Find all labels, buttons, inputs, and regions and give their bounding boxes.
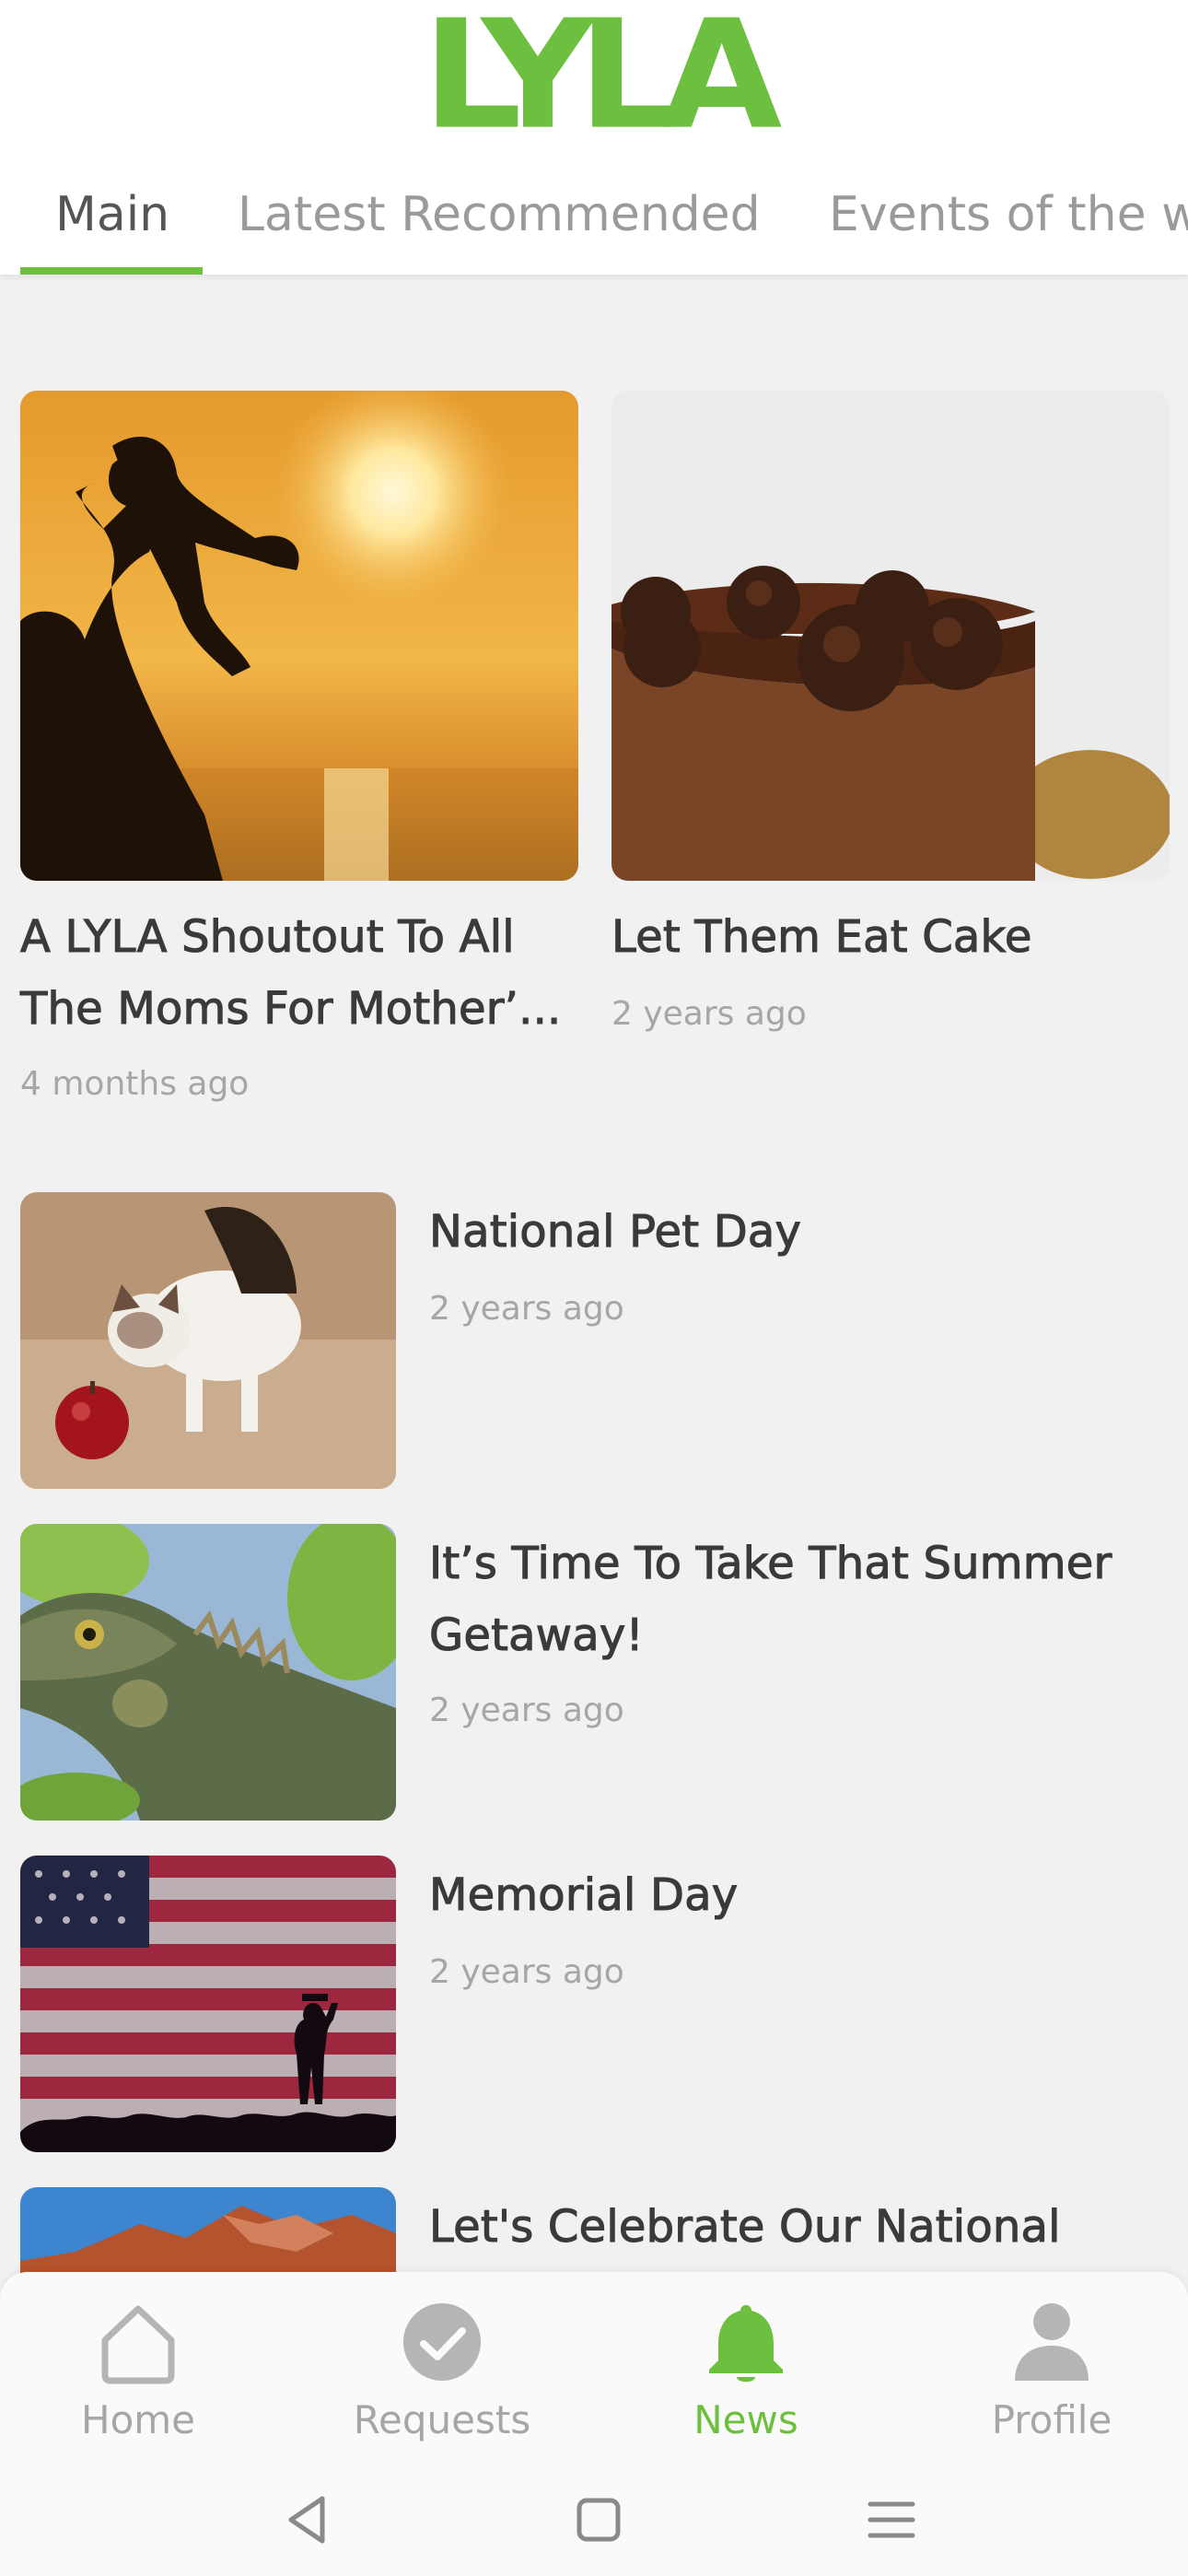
list-item-image-iguana[interactable] (20, 1524, 396, 1821)
active-tab-indicator (20, 267, 203, 275)
check-circle-icon (403, 2303, 481, 2381)
bell-icon (709, 2305, 783, 2383)
home-icon (101, 2305, 175, 2384)
nav-home[interactable]: Home (18, 2290, 258, 2475)
list-item-image-kitten[interactable] (20, 1192, 396, 1489)
nav-requests[interactable]: Requests (322, 2290, 562, 2475)
recents-square-icon[interactable] (566, 2488, 631, 2552)
list-item-date: 2 years ago (429, 1692, 624, 1729)
lyla-logo: LYLA (422, 0, 783, 164)
nav-profile[interactable]: Profile (932, 2290, 1171, 2475)
bottom-navigation: Home Requests News Profile (0, 2272, 1188, 2576)
nav-label-home: Home (80, 2397, 196, 2442)
list-item-title-national-celebrate[interactable]: Let's Celebrate Our National (428, 2191, 1175, 2263)
featured-card-image-cake[interactable] (611, 391, 1170, 881)
list-item-title-pet-day[interactable]: National Pet Day (428, 1196, 1166, 1268)
tab-events-of-the-week[interactable]: Events of the w (829, 182, 1188, 275)
featured-card-date: 4 months ago (20, 1065, 250, 1103)
tab-main[interactable]: Main (55, 182, 169, 275)
person-icon (1015, 2303, 1089, 2381)
featured-card-title-line1[interactable]: A LYLA Shoutout To All (19, 901, 591, 973)
list-item-title-summer-getaway-line2[interactable]: Getaway! (428, 1599, 1175, 1671)
list-item-date: 2 years ago (429, 1290, 624, 1328)
nav-news[interactable]: News (626, 2290, 866, 2475)
menu-icon[interactable] (859, 2488, 924, 2552)
featured-card-date: 2 years ago (611, 995, 807, 1033)
back-icon[interactable] (276, 2488, 341, 2552)
featured-card-image-mothers-day[interactable] (20, 391, 578, 881)
list-item-date: 2 years ago (429, 1953, 624, 1991)
system-navigation-bar (0, 2469, 1188, 2576)
list-item-image-flag[interactable] (20, 1856, 396, 2152)
tab-latest-recommended[interactable]: Latest Recommended (238, 182, 761, 275)
nav-label-profile: Profile (991, 2397, 1112, 2442)
tab-bar: Main Latest Recommended Events of the w (0, 166, 1188, 275)
featured-card-title-line2[interactable]: The Moms For Mother’... (19, 973, 591, 1045)
list-item-title-summer-getaway-line1[interactable]: It’s Time To Take That Summer (428, 1528, 1175, 1599)
nav-label-requests: Requests (353, 2397, 531, 2442)
featured-card-title-cake[interactable]: Let Them Eat Cake (611, 901, 1170, 973)
app-header: LYLA Main Latest Recommended Events of t… (0, 0, 1188, 275)
nav-label-news: News (693, 2397, 798, 2442)
list-item-title-memorial-day[interactable]: Memorial Day (428, 1859, 1166, 1931)
